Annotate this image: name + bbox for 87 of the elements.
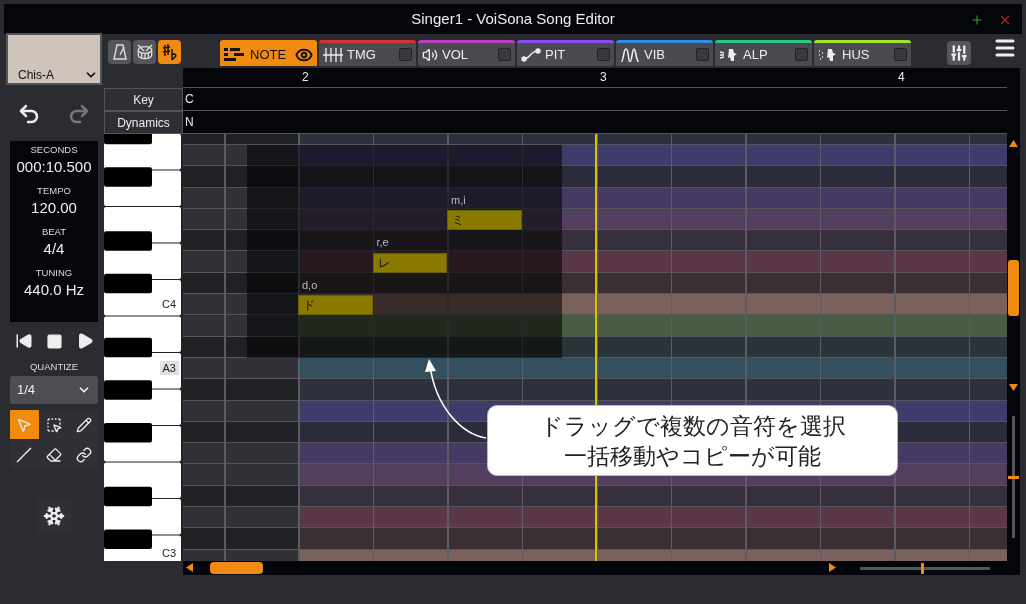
vertical-scrollbar[interactable]	[1007, 68, 1020, 561]
tool-button[interactable]	[39, 410, 69, 439]
toggle-button[interactable]	[133, 40, 156, 64]
singer-name: Chis-A	[18, 68, 54, 83]
tool-button[interactable]	[69, 410, 98, 439]
measure-number: 3	[600, 70, 607, 84]
measure-number: 2	[302, 70, 309, 84]
scroll-thumb[interactable]	[210, 562, 263, 574]
toggle-button[interactable]	[108, 40, 131, 64]
line-icon	[16, 446, 33, 463]
sliders-icon	[950, 44, 968, 62]
piano-roll[interactable]: d,o ド r,e レ m,i ミ ドラッグで複数の音符を選択 一括移動やコピーが可能	[183, 134, 1007, 561]
tab-checkbox[interactable]	[597, 48, 610, 61]
drum-icon	[136, 44, 153, 60]
phoneme-label: d,o	[302, 278, 318, 292]
undo-icon	[17, 102, 41, 126]
info-value: 120.00	[31, 198, 77, 218]
phoneme-label: r,e	[376, 236, 389, 250]
measure-number: 4	[898, 70, 905, 84]
track-value: N	[185, 114, 194, 131]
stop-icon[interactable]	[45, 332, 63, 350]
info-value: 440.0 Hz	[23, 280, 84, 300]
callout-text: ドラッグで複数の音符を選択 一括移動やコピーが可能	[539, 411, 846, 471]
info-value: 000:10.500	[16, 157, 92, 177]
toggle-button[interactable]	[158, 40, 181, 64]
wave-icon	[620, 47, 640, 62]
tab-checkbox[interactable]	[795, 48, 808, 61]
mixer-button[interactable]	[947, 41, 971, 65]
pencil-icon	[75, 416, 92, 433]
up-arrow-icon[interactable]	[1009, 140, 1018, 147]
zoom-thumb[interactable]	[1008, 475, 1019, 479]
note-block[interactable]: ミ	[447, 209, 522, 231]
zoom-thumb[interactable]	[920, 563, 924, 574]
metronome-icon	[112, 44, 127, 60]
info-value: 4/4	[43, 239, 65, 259]
tool-button[interactable]	[10, 440, 39, 469]
figure-icon	[719, 47, 739, 62]
info-label: SECONDS	[30, 144, 78, 156]
tab-checkbox[interactable]	[498, 48, 511, 61]
tool-button[interactable]	[69, 440, 98, 469]
piano-roll-icon	[224, 47, 246, 62]
info-label: TEMPO	[37, 185, 71, 197]
parameter-tab[interactable]: VOL	[418, 40, 515, 66]
singer-selector[interactable]: Chis-A	[6, 33, 102, 85]
phoneme-label: m,i	[451, 193, 466, 207]
scroll-thumb[interactable]	[1008, 260, 1019, 316]
skip-back-icon[interactable]	[14, 332, 33, 350]
tab-checkbox[interactable]	[399, 48, 412, 61]
parameter-tab[interactable]: VIB	[616, 40, 713, 66]
down-arrow-icon[interactable]	[1009, 384, 1018, 391]
key-label: C4	[160, 297, 177, 312]
link-icon	[75, 446, 92, 463]
figure-icon	[818, 47, 838, 62]
tab-checkbox[interactable]	[894, 48, 907, 61]
snowflake-icon	[43, 505, 65, 527]
tool-button[interactable]	[39, 440, 69, 469]
close-icon[interactable]	[998, 13, 1012, 27]
tab-checkbox[interactable]	[696, 48, 709, 61]
key-label: A3	[159, 361, 179, 375]
quantize-select[interactable]: 1/4	[10, 376, 98, 404]
parameter-tab[interactable]: TMG	[319, 40, 416, 66]
track-label: Dynamics	[104, 111, 183, 134]
plus-icon[interactable]	[970, 13, 984, 27]
sharp-flat-icon	[161, 43, 178, 61]
parameter-tab[interactable]: ALP	[715, 40, 812, 66]
track-label: Key	[104, 88, 183, 111]
redo-icon	[67, 102, 91, 126]
speaker-icon	[422, 46, 438, 63]
parameter-tab[interactable]: PIT	[517, 40, 614, 66]
key-label: C3	[160, 546, 177, 560]
quantize-label: QUANTIZE	[29, 361, 79, 373]
horizontal-scrollbar[interactable]	[183, 561, 1020, 575]
left-arrow-icon[interactable]	[186, 563, 193, 572]
right-arrow-icon[interactable]	[829, 563, 836, 572]
eraser-icon	[46, 446, 62, 463]
info-label: TUNING	[35, 267, 73, 279]
window-title: Singer1 - VoiSona Song Editor	[411, 8, 615, 29]
pitch-curve-icon	[521, 47, 541, 62]
note-block[interactable]: ド	[298, 295, 373, 316]
pointer-icon	[16, 416, 33, 433]
parameter-tab[interactable]: NOTE	[220, 40, 317, 66]
selection-pointer-icon	[46, 416, 62, 433]
track-value: C	[185, 91, 194, 108]
info-label: BEAT	[41, 226, 67, 238]
timing-icon	[323, 47, 343, 62]
parameter-tab[interactable]: HUS	[814, 40, 911, 66]
freeze-button[interactable]	[37, 499, 71, 533]
